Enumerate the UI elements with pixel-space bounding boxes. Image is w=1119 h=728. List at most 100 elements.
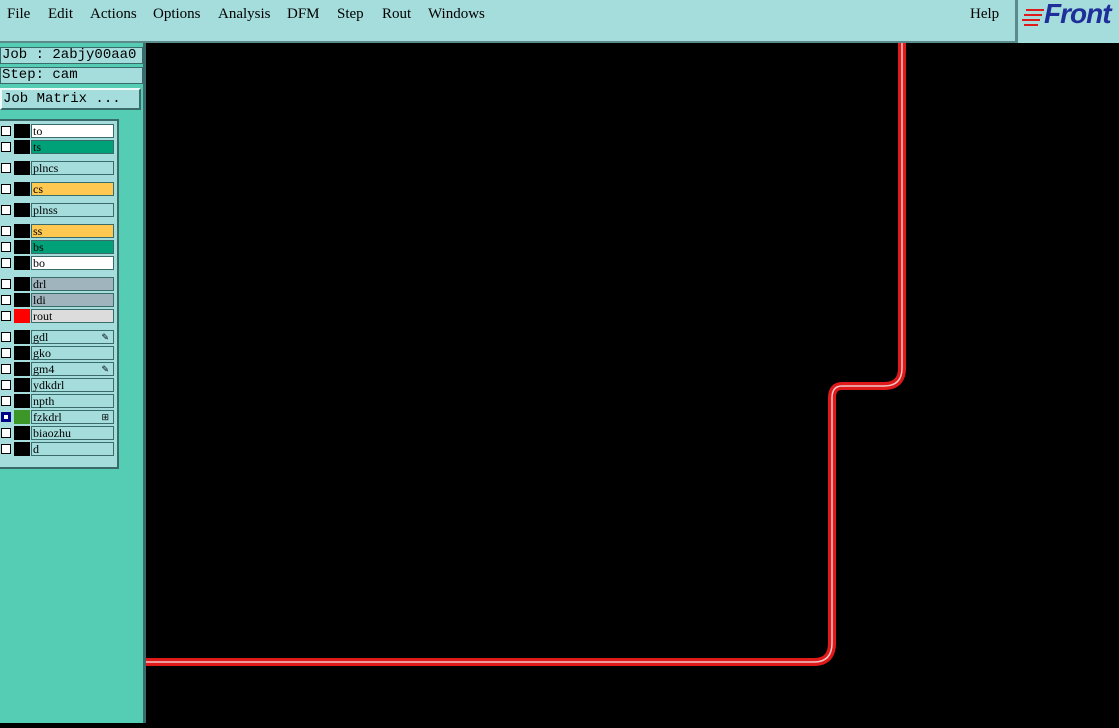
- layer-name[interactable]: npth: [31, 394, 114, 408]
- layer-color-swatch[interactable]: [14, 140, 30, 154]
- menu-bar: File Edit Actions Options Analysis DFM S…: [0, 0, 1119, 43]
- layer-name[interactable]: drl: [31, 277, 114, 291]
- layer-color-swatch[interactable]: [14, 124, 30, 138]
- layer-name[interactable]: ydkdrl: [31, 378, 114, 392]
- menu-actions[interactable]: Actions: [90, 6, 137, 23]
- layer-name[interactable]: gko: [31, 346, 114, 360]
- layer-color-swatch[interactable]: [14, 293, 30, 307]
- pen-icon: ✎: [101, 364, 109, 374]
- layer-row-npth[interactable]: npth: [0, 394, 116, 408]
- layer-name[interactable]: bs: [31, 240, 114, 254]
- menu-windows[interactable]: Windows: [428, 6, 485, 23]
- layer-name[interactable]: cs: [31, 182, 114, 196]
- layer-checkbox[interactable]: [1, 242, 11, 252]
- grid-icon: ⊞: [101, 412, 109, 422]
- layer-color-swatch[interactable]: [14, 330, 30, 344]
- layer-name[interactable]: to: [31, 124, 114, 138]
- menu-dfm[interactable]: DFM: [287, 6, 320, 23]
- layer-color-swatch[interactable]: [14, 410, 30, 424]
- layer-name[interactable]: rout: [31, 309, 114, 323]
- layer-color-swatch[interactable]: [14, 161, 30, 175]
- menu-step[interactable]: Step: [337, 6, 364, 23]
- layer-checkbox[interactable]: [1, 295, 11, 305]
- layer-row-ss[interactable]: ss: [0, 224, 116, 238]
- layer-row-ydkdrl[interactable]: ydkdrl: [0, 378, 116, 392]
- layer-checkbox[interactable]: [1, 142, 11, 152]
- layer-name[interactable]: ss: [31, 224, 114, 238]
- layer-row-d[interactable]: d: [0, 442, 116, 456]
- graphics-canvas[interactable]: [146, 43, 1119, 723]
- layer-color-swatch[interactable]: [14, 362, 30, 376]
- logo-area: Front: [1015, 0, 1119, 43]
- layer-row-rout[interactable]: rout: [0, 309, 116, 323]
- layer-checkbox[interactable]: [1, 332, 11, 342]
- layer-name[interactable]: plnss: [31, 203, 114, 217]
- layer-name[interactable]: plncs: [31, 161, 114, 175]
- job-matrix-button[interactable]: Job Matrix ...: [0, 88, 141, 110]
- layer-row-biaozhu[interactable]: biaozhu: [0, 426, 116, 440]
- layer-row-plnss[interactable]: plnss: [0, 203, 116, 217]
- layer-checkbox[interactable]: [1, 364, 11, 374]
- layer-checkbox[interactable]: [1, 380, 11, 390]
- layer-row-drl[interactable]: drl: [0, 277, 116, 291]
- layer-checkbox[interactable]: [1, 258, 11, 268]
- menu-analysis[interactable]: Analysis: [218, 6, 271, 23]
- menu-edit[interactable]: Edit: [48, 6, 73, 23]
- rout-trace: [146, 43, 906, 666]
- layer-checkbox[interactable]: [1, 279, 11, 289]
- layer-row-ts[interactable]: ts: [0, 140, 116, 154]
- layer-color-swatch[interactable]: [14, 256, 30, 270]
- layer-name[interactable]: fzkdrl ⊞: [31, 410, 114, 424]
- layer-row-gm4[interactable]: gm4 ✎: [0, 362, 116, 376]
- menu-rout[interactable]: Rout: [382, 6, 411, 23]
- layer-name[interactable]: gm4 ✎: [31, 362, 114, 376]
- pen-icon: ✎: [101, 332, 109, 342]
- layer-name[interactable]: d: [31, 442, 114, 456]
- layer-name[interactable]: bo: [31, 256, 114, 270]
- layer-color-swatch[interactable]: [14, 378, 30, 392]
- layer-checkbox[interactable]: [1, 226, 11, 236]
- layer-name[interactable]: biaozhu: [31, 426, 114, 440]
- layer-checkbox[interactable]: [1, 412, 11, 422]
- layer-checkbox[interactable]: [1, 205, 11, 215]
- layer-color-swatch[interactable]: [14, 203, 30, 217]
- layer-checkbox[interactable]: [1, 428, 11, 438]
- layer-row-fzkdrl[interactable]: fzkdrl ⊞: [0, 410, 116, 424]
- layer-color-swatch[interactable]: [14, 240, 30, 254]
- job-name-label: Job : 2abjy00aa0: [0, 47, 143, 64]
- layer-checkbox[interactable]: [1, 348, 11, 358]
- layer-name[interactable]: ts: [31, 140, 114, 154]
- layer-color-swatch[interactable]: [14, 309, 30, 323]
- layer-row-ldi[interactable]: ldi: [0, 293, 116, 307]
- layer-row-bs[interactable]: bs: [0, 240, 116, 254]
- rout-path-outer: [146, 43, 906, 666]
- side-panel: Job : 2abjy00aa0 Step: cam Job Matrix ..…: [0, 43, 146, 723]
- layer-list: to ts plncs cs plnss ss bs bo drl ldi rout gdl ✎ gko g…: [0, 119, 119, 469]
- layer-name[interactable]: gdl ✎: [31, 330, 114, 344]
- layer-checkbox[interactable]: [1, 126, 11, 136]
- layer-row-gko[interactable]: gko: [0, 346, 116, 360]
- layer-checkbox[interactable]: [1, 311, 11, 321]
- layer-row-cs[interactable]: cs: [0, 182, 116, 196]
- layer-color-swatch[interactable]: [14, 346, 30, 360]
- menu-help[interactable]: Help: [970, 6, 999, 23]
- layer-checkbox[interactable]: [1, 444, 11, 454]
- layer-checkbox[interactable]: [1, 396, 11, 406]
- layer-color-swatch[interactable]: [14, 182, 30, 196]
- layer-color-swatch[interactable]: [14, 394, 30, 408]
- logo: Front: [1044, 0, 1112, 29]
- layer-color-swatch[interactable]: [14, 442, 30, 456]
- logo-speed-lines-icon: [1022, 9, 1044, 26]
- menu-file[interactable]: File: [7, 6, 30, 23]
- layer-row-to[interactable]: to: [0, 124, 116, 138]
- layer-row-bo[interactable]: bo: [0, 256, 116, 270]
- layer-checkbox[interactable]: [1, 184, 11, 194]
- layer-name[interactable]: ldi: [31, 293, 114, 307]
- layer-color-swatch[interactable]: [14, 426, 30, 440]
- layer-row-plncs[interactable]: plncs: [0, 161, 116, 175]
- layer-color-swatch[interactable]: [14, 224, 30, 238]
- layer-checkbox[interactable]: [1, 163, 11, 173]
- layer-row-gdl[interactable]: gdl ✎: [0, 330, 116, 344]
- menu-options[interactable]: Options: [153, 6, 201, 23]
- layer-color-swatch[interactable]: [14, 277, 30, 291]
